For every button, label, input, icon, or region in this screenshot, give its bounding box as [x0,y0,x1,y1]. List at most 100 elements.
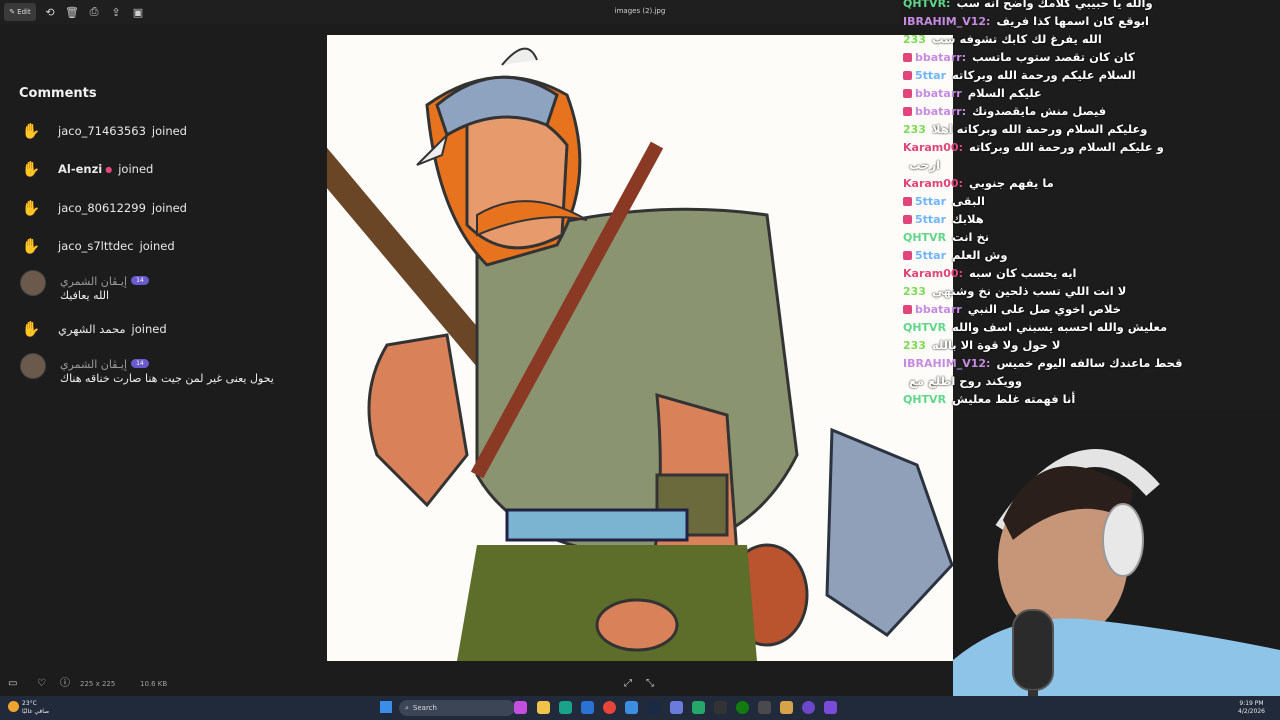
chat-username[interactable]: Karam00: [903,141,963,154]
chat-username[interactable]: 233 [903,339,926,352]
discord-icon[interactable] [670,701,683,714]
delete-icon[interactable]: 🗑 [64,4,80,20]
twitch-icon[interactable] [824,701,837,714]
edge-icon[interactable] [559,701,572,714]
join-row: ✋ Al-enzi ● joined [20,158,154,180]
chat-message: 5ttar وش العلم [903,246,1008,264]
chat-text: لا انت اللي تسب ذلحين نخ وشنهي [931,284,1127,298]
chat-text: عليكم السلام [967,86,1042,100]
chat-username[interactable]: QHTVR [903,231,946,244]
chat-message: Karam00: ايه يحسب كان سبه [903,264,1077,282]
chat-username[interactable]: 5ttar [915,69,946,82]
chat-message: وويكند روح اطلع مع [903,372,1022,390]
chat-username[interactable]: 233 [903,123,926,136]
join-username[interactable]: Al-enzi [58,162,102,176]
comment-message: إيـڤان الشمري 14 الله يعافيك [20,270,149,304]
photos-icon[interactable] [780,701,793,714]
message-username[interactable]: إيـڤان الشمري [60,275,127,288]
print-icon[interactable]: ⎙ [86,4,102,20]
slideshow-icon[interactable]: ▣ [130,4,146,20]
join-row: ✋ محمد الشهري joined [20,318,167,340]
message-username[interactable]: إيـڤان الشمري [60,358,127,371]
weather-desc: صافي غالبًا [22,708,50,715]
chat-text: السلام عليكم ورحمة الله وبركاته [952,68,1136,82]
start-windows-icon[interactable] [380,701,392,713]
chat-message: Karam00: ما يفهم جنوبي [903,174,1054,192]
taskbar-search[interactable]: ⌕ Search [399,700,515,716]
chat-username[interactable]: IBRAHIM_V12: [903,357,990,370]
edit-button[interactable]: ✎ Edit [4,3,36,21]
store-icon[interactable] [581,701,594,714]
system-clock[interactable]: 9:19 PM 4/2/2026 [1238,700,1265,716]
avatar[interactable] [20,270,46,296]
chat-username[interactable]: 5ttar [915,213,946,226]
join-username[interactable]: jaco_s7lttdec [58,239,134,253]
chat-text: وويكند روح اطلع مع [909,374,1023,388]
chat-username[interactable]: bbatarr [915,303,962,316]
join-username[interactable]: محمد الشهري [58,322,126,336]
chat-text: فيصل منش مايقصدونك [972,104,1107,118]
viking-illustration [327,35,953,661]
info-icon[interactable]: ⓘ [60,679,70,689]
chat-username[interactable]: bbatarr [915,87,962,100]
moderator-badge-icon [903,196,912,206]
file-explorer-icon[interactable] [537,701,550,714]
chat-username[interactable]: QHTVR: [903,0,950,10]
viewed-image[interactable] [327,35,953,661]
file-title: images (2).jpg [614,7,666,15]
chat-username[interactable]: 233 [903,285,926,298]
app-icon[interactable] [758,701,771,714]
chat-username[interactable]: QHTVR [903,321,946,334]
terminal-icon[interactable] [714,701,727,714]
obs-icon[interactable] [802,701,815,714]
chat-message: IBRAHIM_V12: ابوقع كان اسمها كذا فريف [903,12,1149,30]
join-username[interactable]: jaco_80612299 [58,201,146,215]
chat-username[interactable]: 5ttar [915,195,946,208]
chat-username[interactable]: Karam00: [903,267,963,280]
file-size: 10.6 KB [140,680,168,688]
chat-message: IBRAHIM_V12: قحط ماعندك سالفه اليوم خميس [903,354,1183,372]
steam-icon[interactable] [648,701,661,714]
chat-username[interactable]: 5ttar [915,249,946,262]
chat-username[interactable]: QHTVR [903,393,946,406]
share-icon[interactable]: ⇪ [108,4,124,20]
xbox-icon[interactable] [736,701,749,714]
chat-username[interactable]: IBRAHIM_V12: [903,15,990,28]
chrome-icon[interactable] [603,701,616,714]
chat-text: أنا فهمته غلط معليش [952,392,1076,406]
join-username[interactable]: jaco_71463563 [58,124,146,138]
joined-label: joined [151,201,187,215]
mail-icon[interactable] [625,701,638,714]
chat-message: bbatarr خلاص اخوي صل على النبي [903,300,1121,318]
moderator-badge-icon [903,214,912,224]
chat-text: معليش والله احسبه يسبني اسف والله [952,320,1168,334]
whatsapp-icon[interactable] [692,701,705,714]
top-toolbar: ✎ Edit ⟲ 🗑 ⎙ ⇪ ▣ images (2).jpg [0,0,900,24]
chat-username[interactable]: bbatarr: [915,105,966,118]
fit-to-window-icon[interactable]: ⤢ [624,679,634,689]
avatar[interactable] [20,353,46,379]
webcam-feed [953,410,1280,720]
search-placeholder: Search [412,704,437,712]
favorite-heart-icon[interactable]: ♡ [37,679,47,689]
filmstrip-icon[interactable]: ▭ [8,679,18,689]
rotate-icon[interactable]: ⟲ [42,4,58,20]
chat-text: هلابك [952,212,984,226]
chat-message: ارحب [903,156,940,174]
weather-widget[interactable]: 23°C صافي غالبًا [22,700,49,716]
chat-message: 233 لا حول ولا قوة الا بالله [903,336,1060,354]
copilot-icon[interactable] [514,701,527,714]
message-text: يحول يعنى غير لمن جيت هنا صارت خناقه هنا… [60,372,274,385]
weather-temp: 23°C [22,700,37,707]
chat-username[interactable]: 233 [903,33,926,46]
message-text: الله يعافيك [60,289,110,302]
chat-text: وش العلم [952,248,1008,262]
chat-username[interactable]: Karam00: [903,177,963,190]
actual-size-icon[interactable]: ⤡ [646,679,656,689]
weather-icon [8,701,19,712]
chat-message: QHTVR نخ انت [903,228,989,246]
pencil-icon: ✎ [9,8,16,16]
clock-time: 9:19 PM [1239,700,1264,707]
wave-hand-icon: ✋ [21,160,41,178]
chat-username[interactable]: bbatarr: [915,51,966,64]
